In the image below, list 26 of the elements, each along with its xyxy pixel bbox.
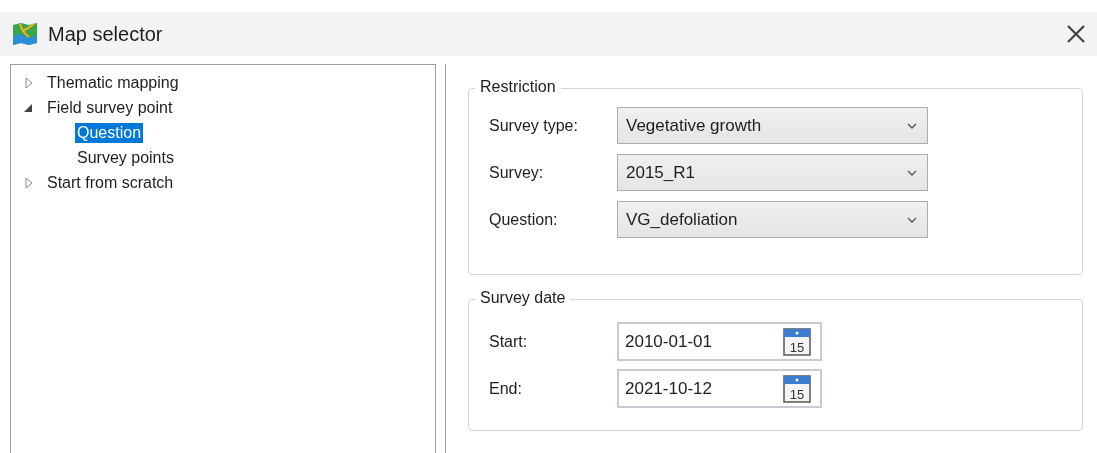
tree-item[interactable]: Question [75, 122, 144, 143]
tree-item[interactable]: Thematic mapping [45, 72, 181, 93]
expand-triangle-icon[interactable] [23, 176, 35, 189]
dropdown[interactable]: VG_defoliation [617, 201, 928, 238]
field-label: Start: [489, 332, 529, 351]
group-title: Survey date [475, 289, 571, 307]
date-field[interactable]: 2021-10-12 15 [617, 369, 822, 408]
calendar-icon[interactable]: 15 [782, 373, 812, 404]
date-field[interactable]: 2010-01-01 15 [617, 322, 822, 361]
dropdown[interactable]: 2015_R1 [617, 154, 928, 191]
tree-item[interactable]: Survey points [75, 147, 176, 168]
tree-item[interactable]: Start from scratch [45, 172, 176, 193]
tree-item[interactable]: Field survey point [45, 97, 175, 118]
dropdown[interactable]: Vegetative growth [617, 107, 928, 144]
close-icon[interactable] [1065, 23, 1087, 45]
map-icon [12, 22, 38, 46]
field-label: Survey: [489, 163, 545, 182]
field-label: End: [489, 379, 523, 398]
field-label: Question: [489, 210, 559, 229]
calendar-icon[interactable]: 15 [782, 326, 812, 357]
chevron-down-icon [907, 122, 917, 129]
field-label: Survey type: [489, 116, 579, 135]
chevron-down-icon [907, 169, 917, 176]
window-title: Map selector [48, 22, 164, 46]
expand-triangle-icon[interactable] [23, 76, 35, 89]
chevron-down-icon [907, 216, 917, 223]
